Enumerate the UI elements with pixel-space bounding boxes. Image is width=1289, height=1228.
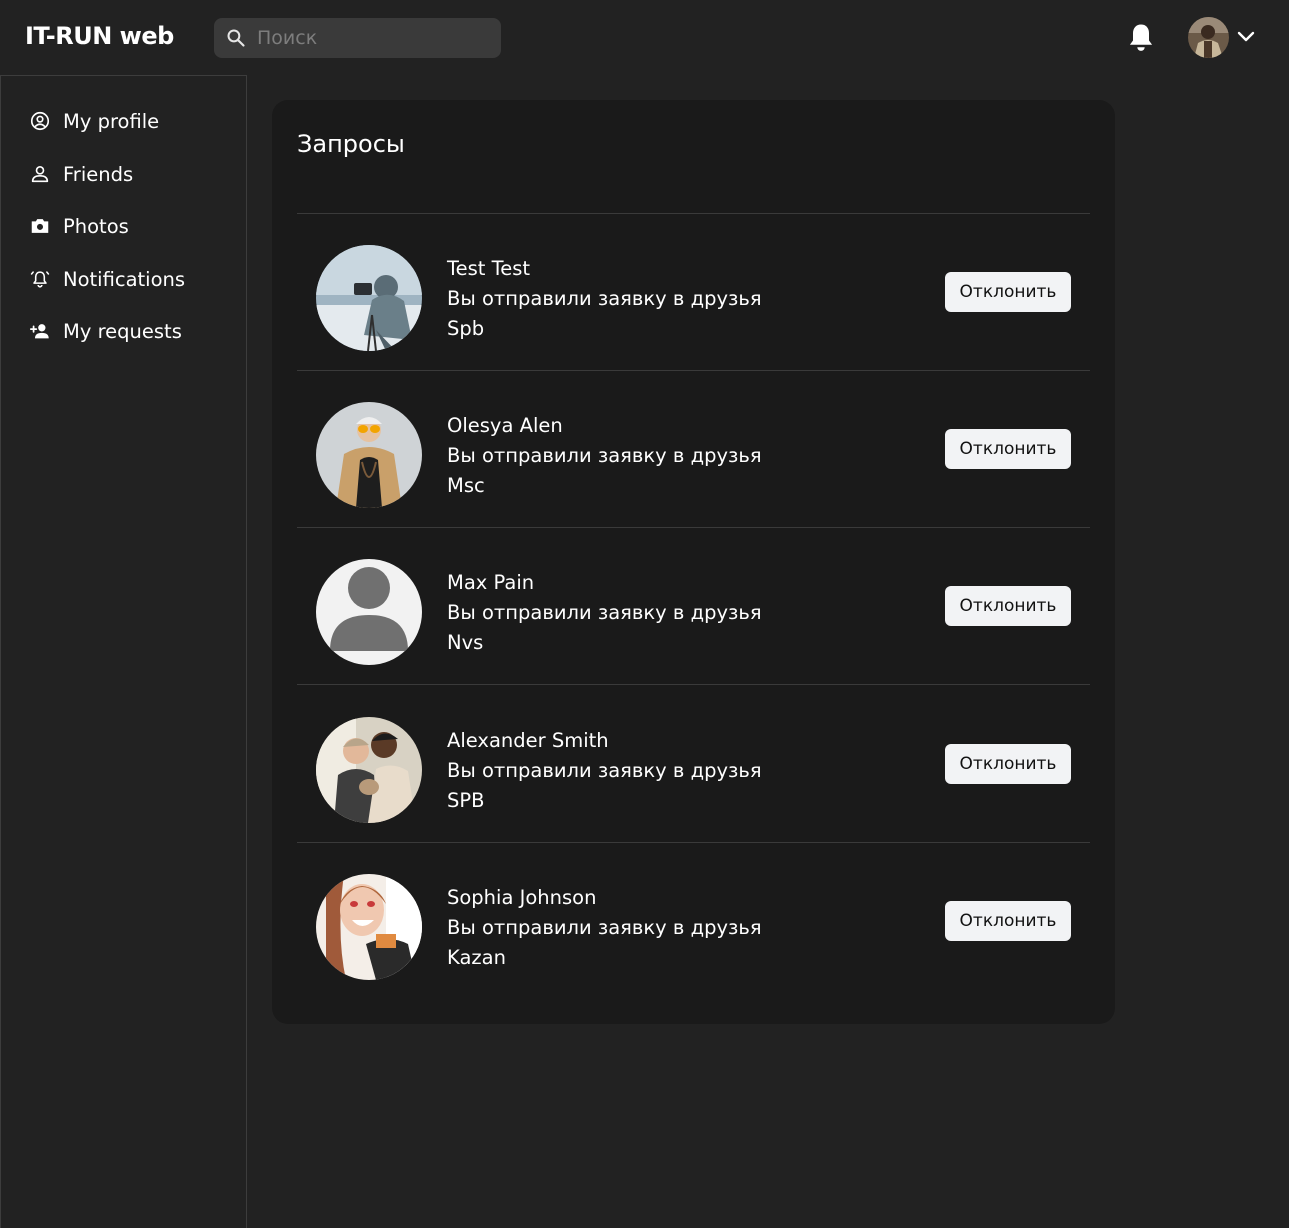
decline-button[interactable]: Отклонить bbox=[945, 901, 1071, 941]
request-row: Test Test Вы отправили заявку в друзья S… bbox=[297, 214, 1090, 371]
avatar[interactable] bbox=[316, 874, 422, 980]
request-message: Вы отправили заявку в друзья bbox=[447, 916, 762, 939]
request-message: Вы отправили заявку в друзья bbox=[447, 287, 762, 310]
request-name[interactable]: Sophia Johnson bbox=[447, 886, 596, 909]
avatar-placeholder[interactable] bbox=[316, 559, 422, 665]
request-name[interactable]: Test Test bbox=[447, 257, 530, 280]
camera-icon bbox=[31, 219, 49, 233]
bell-icon[interactable] bbox=[1126, 22, 1156, 54]
request-city: SPB bbox=[447, 789, 485, 812]
request-city: Spb bbox=[447, 317, 485, 340]
search-input[interactable] bbox=[257, 18, 492, 58]
user-plus-icon bbox=[29, 324, 49, 339]
user-avatar[interactable] bbox=[1188, 17, 1229, 58]
divider bbox=[297, 684, 1090, 685]
sidebar-item-my-profile[interactable]: My profile bbox=[29, 105, 229, 137]
request-city: Msc bbox=[447, 474, 485, 497]
avatar[interactable] bbox=[316, 717, 422, 823]
app-logo[interactable]: IT-RUN web bbox=[25, 22, 174, 50]
request-name[interactable]: Alexander Smith bbox=[447, 729, 609, 752]
sidebar-item-label: My requests bbox=[63, 319, 182, 343]
avatar[interactable] bbox=[316, 402, 422, 508]
request-message: Вы отправили заявку в друзья bbox=[447, 601, 762, 624]
sidebar-item-photos[interactable]: Photos bbox=[29, 210, 229, 242]
request-name[interactable]: Max Pain bbox=[447, 571, 534, 594]
sidebar-item-my-requests[interactable]: My requests bbox=[29, 315, 229, 347]
sidebar-item-friends[interactable]: Friends bbox=[29, 158, 229, 190]
request-name[interactable]: Olesya Alen bbox=[447, 414, 563, 437]
sidebar-item-label: Notifications bbox=[63, 267, 186, 291]
bell-ring-icon bbox=[30, 271, 50, 288]
sidebar-item-notifications[interactable]: Notifications bbox=[29, 263, 229, 295]
request-row: Olesya Alen Вы отправили заявку в друзья… bbox=[297, 371, 1090, 528]
search-box[interactable] bbox=[214, 18, 501, 58]
request-row: Alexander Smith Вы отправили заявку в др… bbox=[297, 686, 1090, 843]
top-bar: IT-RUN web bbox=[0, 0, 1289, 75]
page-title: Запросы bbox=[297, 130, 405, 158]
decline-button[interactable]: Отклонить bbox=[945, 586, 1071, 626]
request-message: Вы отправили заявку в друзья bbox=[447, 759, 762, 782]
sidebar-item-label: Photos bbox=[63, 214, 129, 238]
decline-button[interactable]: Отклонить bbox=[945, 429, 1071, 469]
request-message: Вы отправили заявку в друзья bbox=[447, 444, 762, 467]
chevron-down-icon[interactable] bbox=[1236, 28, 1256, 46]
avatar[interactable] bbox=[316, 245, 422, 351]
request-row: Max Pain Вы отправили заявку в друзья Nv… bbox=[297, 528, 1090, 685]
request-row: Sophia Johnson Вы отправили заявку в дру… bbox=[297, 843, 1090, 1000]
decline-button[interactable]: Отклонить bbox=[945, 744, 1071, 784]
decline-button[interactable]: Отклонить bbox=[945, 272, 1071, 312]
sidebar-item-label: Friends bbox=[63, 162, 134, 186]
requests-card: Запросы Test Test Вы отправили заявку в … bbox=[272, 100, 1115, 1024]
request-city: Kazan bbox=[447, 946, 506, 969]
search-icon bbox=[227, 29, 245, 47]
user-circle-icon bbox=[30, 111, 50, 131]
sidebar: My profile Friends Photos Notifications … bbox=[0, 75, 247, 1228]
users-icon bbox=[31, 166, 49, 183]
request-city: Nvs bbox=[447, 631, 484, 654]
sidebar-item-label: My profile bbox=[63, 109, 160, 133]
